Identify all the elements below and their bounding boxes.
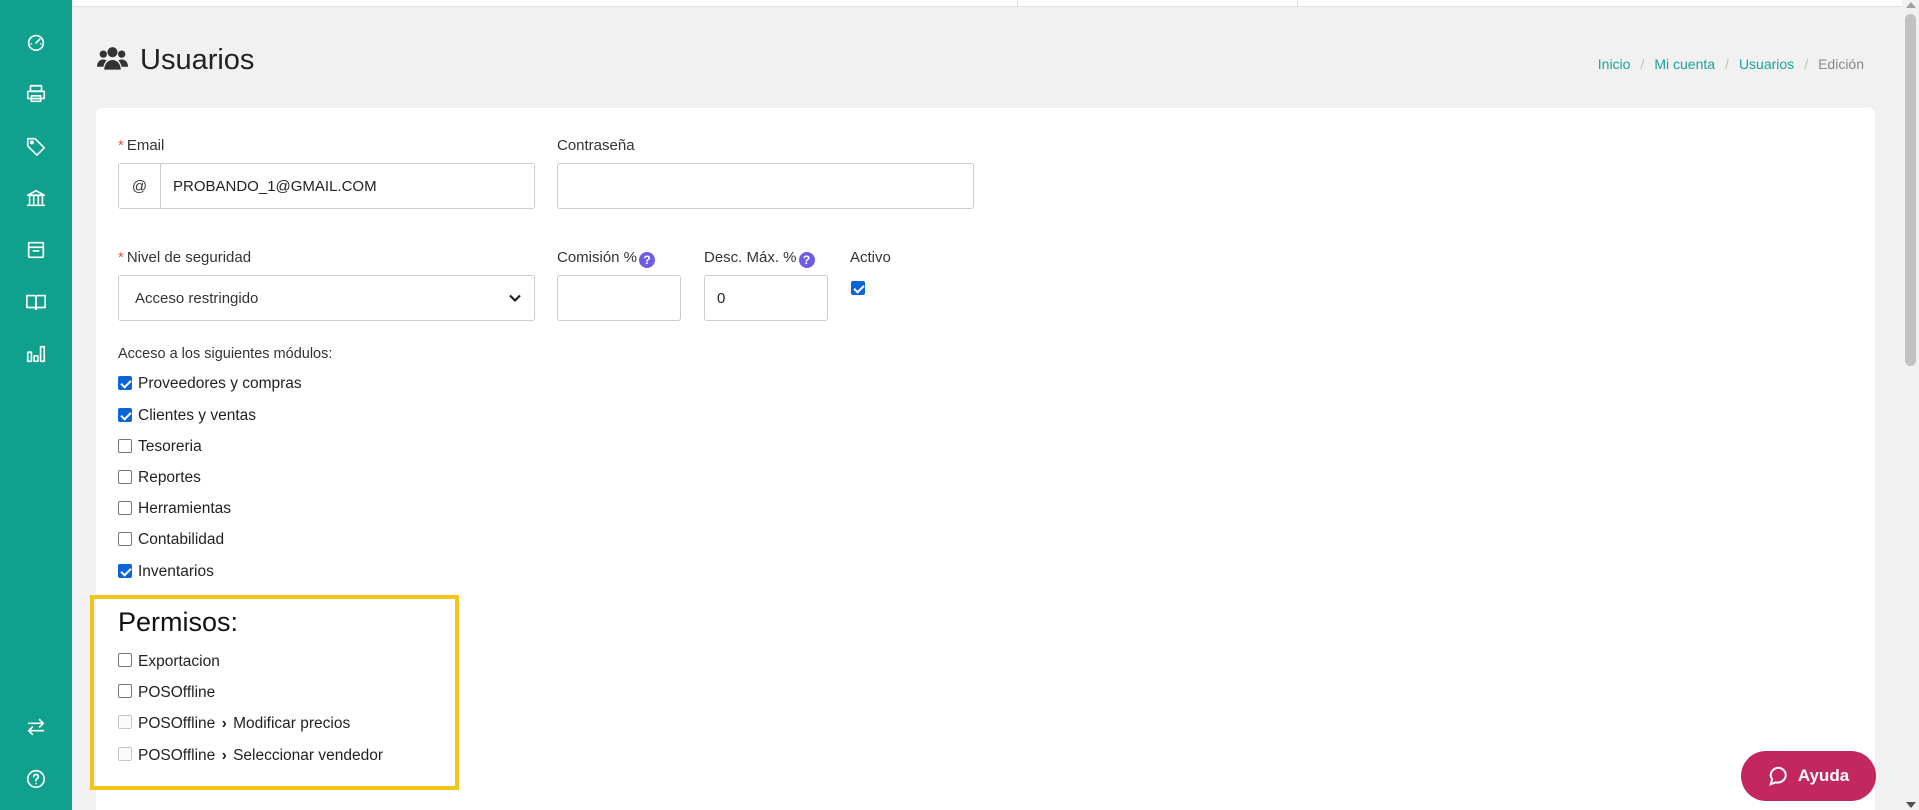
chevron-right-icon: › xyxy=(221,715,227,732)
commission-field[interactable] xyxy=(557,275,681,321)
module-label-herramientas: Herramientas xyxy=(138,500,232,517)
tag-icon[interactable] xyxy=(22,132,50,160)
printer-icon[interactable] xyxy=(22,80,50,108)
security-level-select[interactable]: Acceso restringido xyxy=(118,275,535,321)
active-label: Activo xyxy=(850,249,891,266)
chevron-right-icon: › xyxy=(221,747,227,764)
commission-help-icon[interactable]: ? xyxy=(639,252,656,268)
email-field[interactable] xyxy=(161,164,534,208)
permission-parent-label: POSOffline xyxy=(138,747,216,764)
email-input-group: @ xyxy=(118,163,535,209)
permission-checkbox-modificar-precios xyxy=(118,715,132,729)
page-title: Usuarios xyxy=(140,44,255,76)
active-checkbox[interactable] xyxy=(851,281,865,295)
permission-checkbox-seleccionar-vendedor xyxy=(118,747,132,761)
password-field[interactable] xyxy=(557,163,974,209)
permission-parent-label: POSOffline xyxy=(138,715,216,732)
top-bar xyxy=(72,0,1902,7)
permission-sub-label: Modificar precios xyxy=(233,715,351,732)
archive-box-icon[interactable] xyxy=(22,236,50,264)
max-discount-field[interactable] xyxy=(704,275,828,321)
permission-label-exportacion: Exportacion xyxy=(138,653,220,670)
permission-checkbox-exportacion[interactable] xyxy=(118,653,132,667)
help-circle-icon[interactable] xyxy=(22,765,50,793)
module-checkbox-inventarios[interactable] xyxy=(118,564,132,578)
top-bar-divider xyxy=(1297,0,1298,6)
scrollbar-thumb[interactable] xyxy=(1905,14,1916,366)
chat-bubble-icon xyxy=(1769,766,1787,786)
sidebar xyxy=(0,0,72,810)
module-checkbox-herramientas[interactable] xyxy=(118,501,132,515)
email-label: * Email xyxy=(118,137,164,154)
module-label-tesoreria: Tesoreria xyxy=(138,438,202,455)
max-discount-label-text: Desc. Máx. % xyxy=(704,249,797,266)
swap-arrows-icon[interactable] xyxy=(22,713,50,741)
module-label-reportes: Reportes xyxy=(138,469,201,486)
breadcrumb: Inicio / Mi cuenta / Usuarios / Edición xyxy=(1598,56,1864,72)
password-label: Contraseña xyxy=(557,137,635,154)
breadcrumb-separator: / xyxy=(1804,56,1809,72)
required-mark: * xyxy=(118,137,124,154)
chevron-down-icon xyxy=(509,294,521,303)
module-checkbox-contabilidad[interactable] xyxy=(118,532,132,546)
module-label-contabilidad: Contabilidad xyxy=(138,531,225,548)
permission-checkbox-posoffline[interactable] xyxy=(118,684,132,698)
module-checkbox-reportes[interactable] xyxy=(118,470,132,484)
breadcrumb-inicio[interactable]: Inicio xyxy=(1598,56,1631,72)
max-discount-help-icon[interactable]: ? xyxy=(798,252,815,268)
help-button-label: Ayuda xyxy=(1797,766,1850,785)
vertical-scrollbar[interactable] xyxy=(1902,0,1919,810)
module-checkbox-proveedores[interactable] xyxy=(118,376,132,390)
breadcrumb-mi-cuenta[interactable]: Mi cuenta xyxy=(1654,56,1715,72)
help-button[interactable]: Ayuda xyxy=(1741,751,1876,801)
scroll-up-arrow-icon[interactable] xyxy=(1906,2,1916,8)
module-checkbox-clientes[interactable] xyxy=(118,408,132,422)
bar-chart-icon[interactable] xyxy=(22,340,50,368)
email-at-addon: @ xyxy=(119,164,161,208)
security-level-label: * Nivel de seguridad xyxy=(118,249,251,266)
security-level-label-text: Nivel de seguridad xyxy=(126,249,252,266)
commission-label-text: Comisión % xyxy=(557,249,638,266)
top-bar-divider xyxy=(1017,0,1018,6)
bank-icon[interactable] xyxy=(22,184,50,212)
module-label-proveedores: Proveedores y compras xyxy=(138,375,302,392)
required-mark: * xyxy=(118,249,124,266)
security-level-value: Acceso restringido xyxy=(135,289,259,307)
book-open-icon[interactable] xyxy=(22,288,50,316)
permissions-title: Permisos: xyxy=(118,607,239,637)
commission-label: Comisión %? xyxy=(557,249,656,268)
breadcrumb-usuarios[interactable]: Usuarios xyxy=(1739,56,1794,72)
permission-label-modificar-precios: POSOffline › Modificar precios xyxy=(138,715,350,733)
permission-label-posoffline: POSOffline xyxy=(138,684,216,701)
module-checkbox-tesoreria[interactable] xyxy=(118,439,132,453)
module-label-clientes: Clientes y ventas xyxy=(138,407,257,424)
scroll-down-arrow-icon[interactable] xyxy=(1906,802,1916,808)
users-icon xyxy=(97,45,128,76)
dashboard-gauge-icon[interactable] xyxy=(22,28,50,56)
max-discount-label: Desc. Máx. %? xyxy=(704,249,815,268)
page-header: Usuarios xyxy=(97,44,254,77)
email-label-text: Email xyxy=(126,137,165,154)
breadcrumb-current: Edición xyxy=(1818,56,1864,72)
permission-label-seleccionar-vendedor: POSOffline › Seleccionar vendedor xyxy=(138,747,383,765)
modules-title: Acceso a los siguientes módulos: xyxy=(118,346,333,362)
module-label-inventarios: Inventarios xyxy=(138,563,214,580)
breadcrumb-separator: / xyxy=(1725,56,1729,72)
permission-sub-label: Seleccionar vendedor xyxy=(233,747,383,764)
breadcrumb-separator: / xyxy=(1640,56,1645,72)
